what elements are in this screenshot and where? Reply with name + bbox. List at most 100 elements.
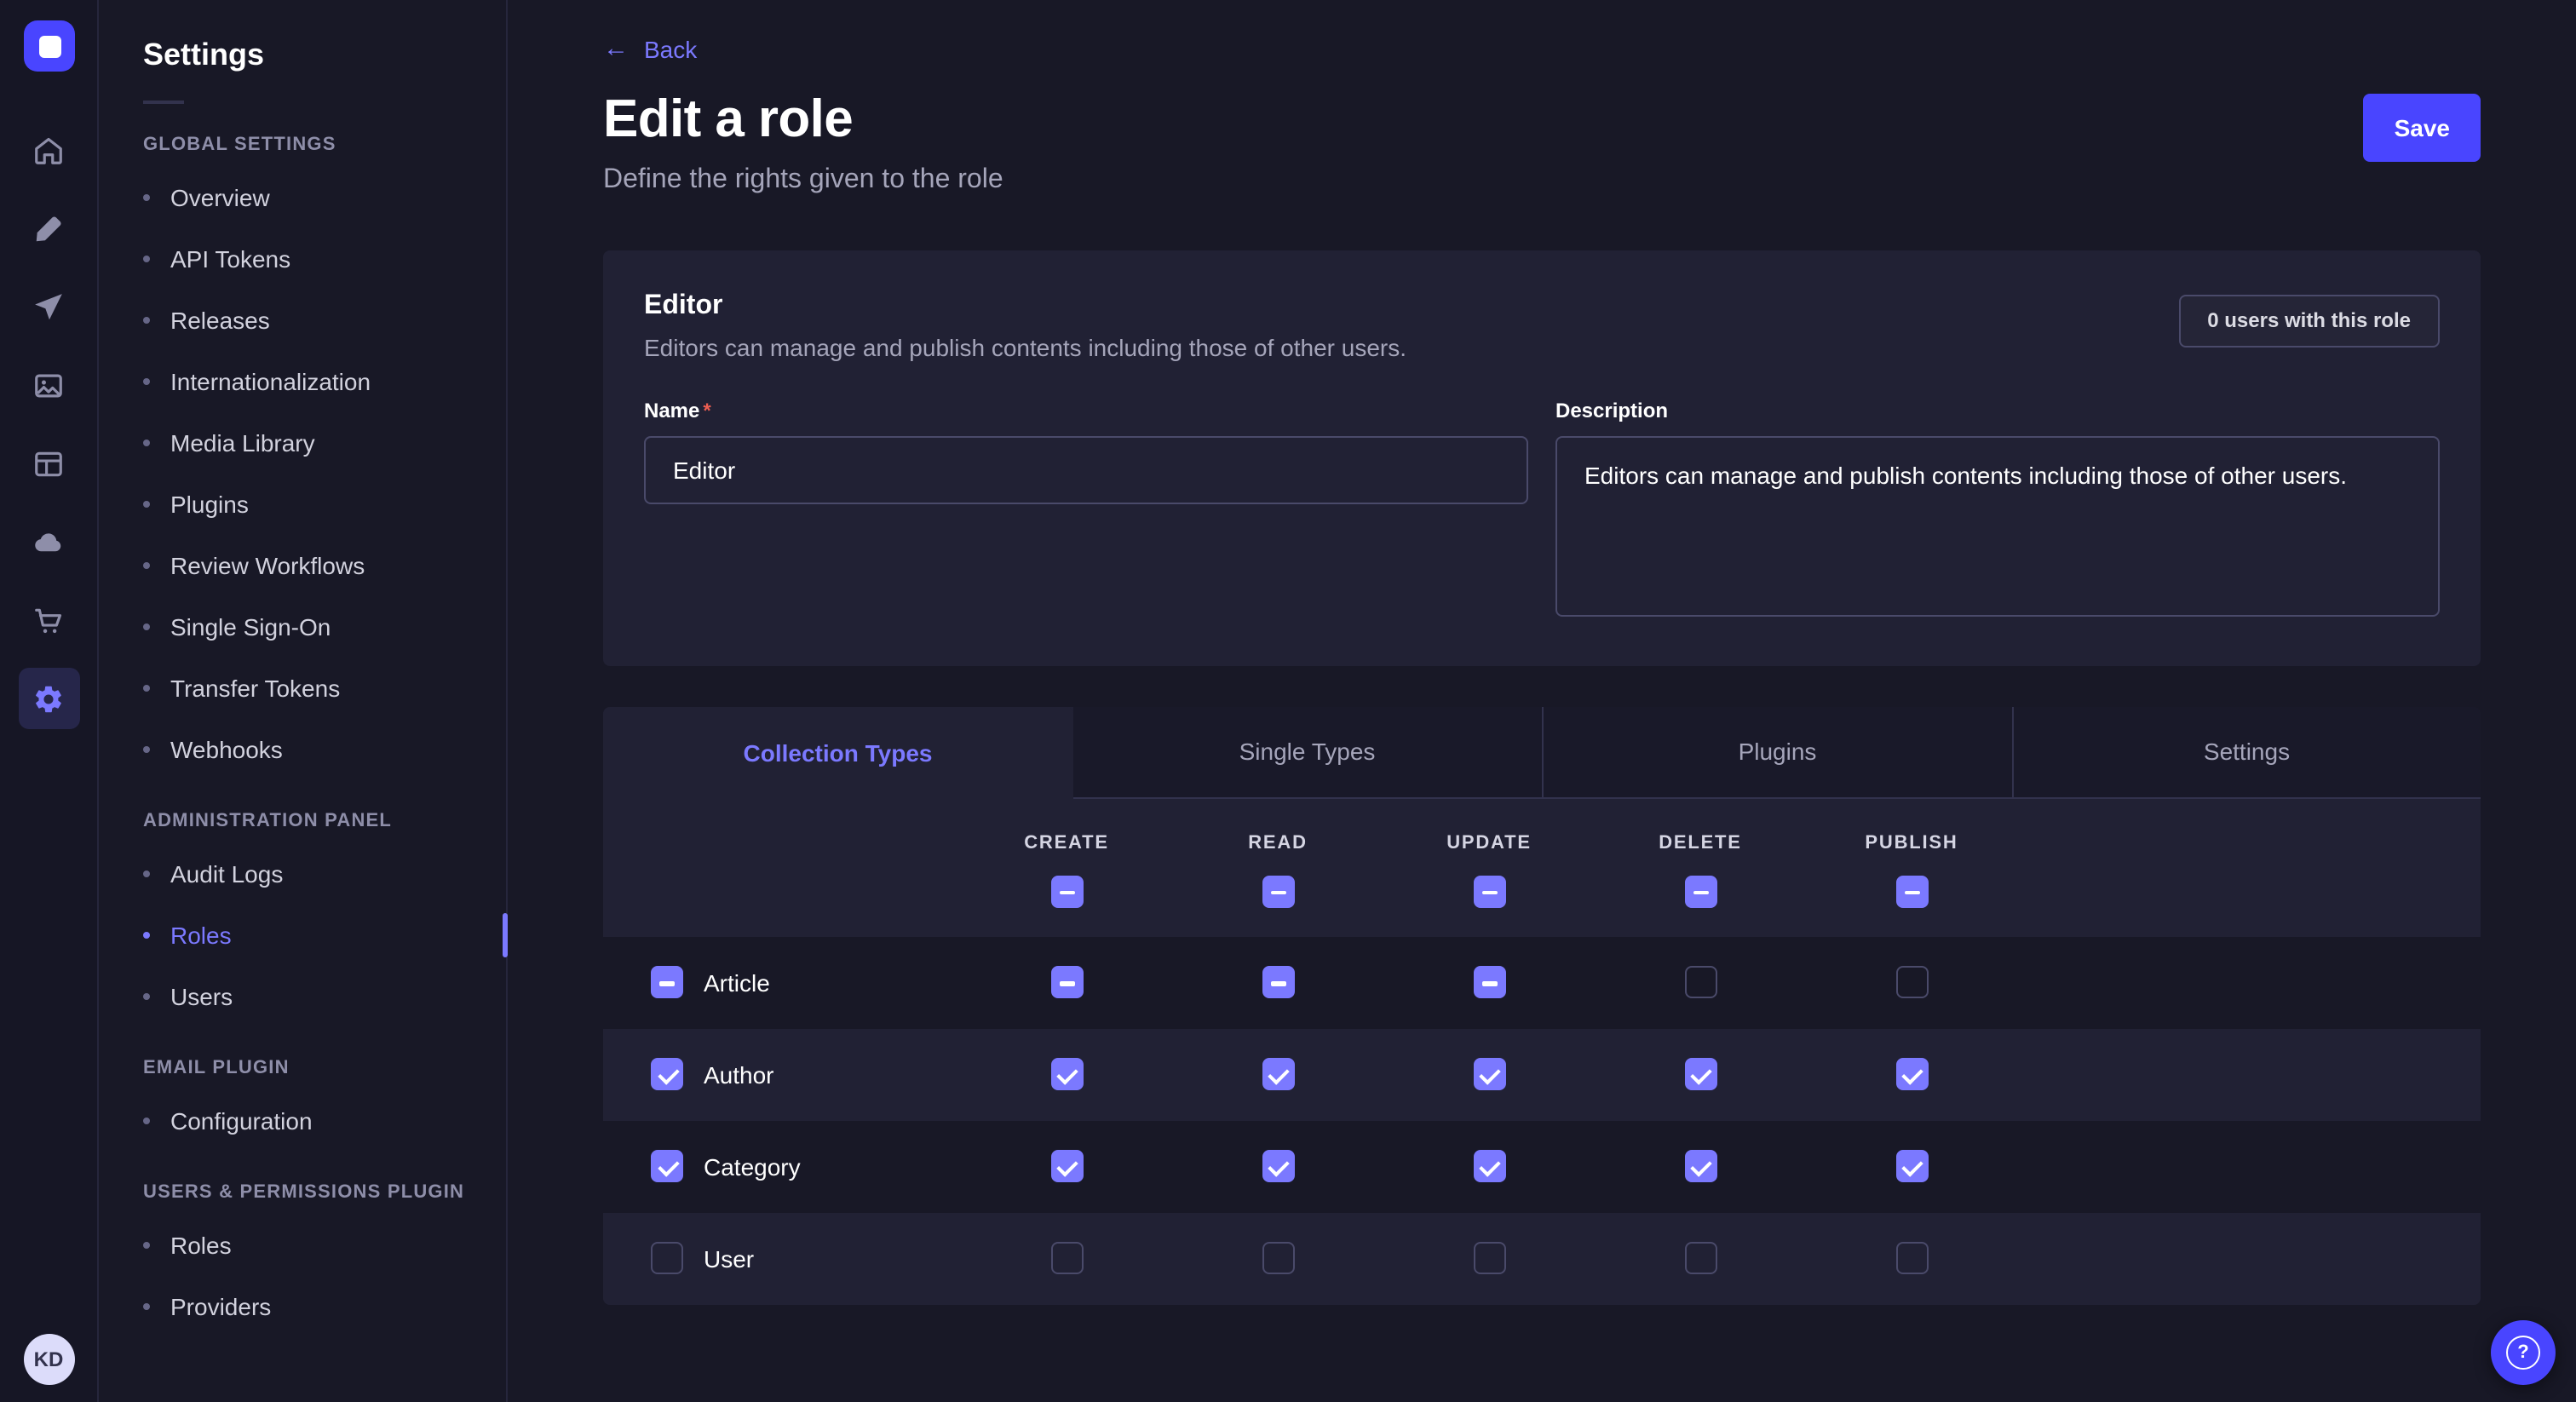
checkbox-category-create[interactable] bbox=[1050, 1150, 1083, 1182]
help-button[interactable]: ? bbox=[2491, 1320, 2556, 1385]
sidebar-item-label: Providers bbox=[170, 1293, 271, 1320]
checkbox-category-delete[interactable] bbox=[1684, 1150, 1716, 1182]
checkbox-author-publish[interactable] bbox=[1895, 1058, 1928, 1090]
sidebar-item-single-sign-on[interactable]: Single Sign-On bbox=[143, 596, 465, 658]
bullet-icon bbox=[143, 440, 150, 446]
bullet-icon bbox=[143, 501, 150, 508]
description-textarea[interactable]: Editors can manage and publish contents … bbox=[1555, 435, 2440, 616]
sidebar-item-label: Roles bbox=[170, 1232, 232, 1259]
sidebar-item-label: Media Library bbox=[170, 429, 315, 457]
checkbox-author-update[interactable] bbox=[1473, 1058, 1505, 1090]
sidebar-item-label: Users bbox=[170, 983, 233, 1010]
sidebar-item-transfer-tokens[interactable]: Transfer Tokens bbox=[143, 658, 465, 719]
sidebar-item-overview[interactable]: Overview bbox=[143, 167, 465, 228]
checkbox-category-read[interactable] bbox=[1262, 1150, 1294, 1182]
sidebar-item-review-workflows[interactable]: Review Workflows bbox=[143, 535, 465, 596]
releases-icon[interactable] bbox=[18, 276, 79, 337]
checkbox-category-publish[interactable] bbox=[1895, 1150, 1928, 1182]
role-form: Name* Description Editors can manage and… bbox=[644, 398, 2440, 624]
permission-cell bbox=[1806, 1150, 2017, 1182]
sidebar-item-label: Review Workflows bbox=[170, 552, 365, 579]
checkbox-article-publish[interactable] bbox=[1895, 966, 1928, 998]
bullet-icon bbox=[143, 256, 150, 262]
checkbox-author-create[interactable] bbox=[1050, 1058, 1083, 1090]
sidebar-item-internationalization[interactable]: Internationalization bbox=[143, 351, 465, 412]
content-builder-icon[interactable] bbox=[18, 198, 79, 259]
checkbox-row-author[interactable] bbox=[651, 1058, 683, 1090]
permission-cell bbox=[1806, 1058, 2017, 1090]
question-icon: ? bbox=[2506, 1336, 2540, 1370]
checkbox-category-update[interactable] bbox=[1473, 1150, 1505, 1182]
checkbox-author-read[interactable] bbox=[1262, 1058, 1294, 1090]
permission-cell bbox=[1806, 1242, 2017, 1274]
permission-cell bbox=[1383, 1058, 1595, 1090]
home-icon[interactable] bbox=[18, 119, 79, 181]
checkbox-all-read[interactable] bbox=[1262, 875, 1294, 907]
sidebar-item-roles[interactable]: Roles bbox=[143, 1215, 465, 1276]
row-head: Article bbox=[603, 966, 961, 998]
permission-row-article: Article bbox=[603, 936, 2481, 1028]
sidebar-item-configuration[interactable]: Configuration bbox=[143, 1090, 465, 1152]
tab-collection-types[interactable]: Collection Types bbox=[603, 706, 1072, 798]
content-manager-icon[interactable] bbox=[18, 433, 79, 494]
column-header-read: READ bbox=[1172, 832, 1383, 907]
tab-plugins[interactable]: Plugins bbox=[1542, 706, 2011, 798]
cloud-icon[interactable] bbox=[18, 511, 79, 572]
sidebar-item-users[interactable]: Users bbox=[143, 966, 465, 1027]
back-link[interactable]: ← Back bbox=[603, 35, 697, 62]
checkbox-author-delete[interactable] bbox=[1684, 1058, 1716, 1090]
row-head: User bbox=[603, 1242, 961, 1274]
strapi-logo[interactable] bbox=[23, 20, 74, 72]
name-field-label: Name* bbox=[644, 398, 1528, 422]
avatar[interactable]: KD bbox=[23, 1334, 74, 1385]
checkbox-all-create[interactable] bbox=[1050, 875, 1083, 907]
sidebar-item-webhooks[interactable]: Webhooks bbox=[143, 719, 465, 780]
save-button[interactable]: Save bbox=[2364, 93, 2481, 161]
permission-cell bbox=[1595, 1150, 1806, 1182]
column-header-publish: PUBLISH bbox=[1806, 832, 2017, 907]
permission-cell bbox=[1383, 966, 1595, 998]
checkbox-all-delete[interactable] bbox=[1684, 875, 1716, 907]
sidebar-item-releases[interactable]: Releases bbox=[143, 290, 465, 351]
sidebar-item-media-library[interactable]: Media Library bbox=[143, 412, 465, 474]
sidebar-item-audit-logs[interactable]: Audit Logs bbox=[143, 843, 465, 905]
sidebar-item-label: API Tokens bbox=[170, 245, 290, 273]
tab-single-types[interactable]: Single Types bbox=[1072, 706, 1542, 798]
settings-icon[interactable] bbox=[18, 668, 79, 729]
sidebar-item-api-tokens[interactable]: API Tokens bbox=[143, 228, 465, 290]
checkbox-all-update[interactable] bbox=[1473, 875, 1505, 907]
sidebar-item-plugins[interactable]: Plugins bbox=[143, 474, 465, 535]
description-label-text: Description bbox=[1555, 398, 1668, 422]
users-with-role-badge[interactable]: 0 users with this role bbox=[2178, 294, 2440, 347]
column-label: DELETE bbox=[1659, 832, 1742, 853]
checkbox-user-publish[interactable] bbox=[1895, 1242, 1928, 1274]
name-field-group: Name* bbox=[644, 398, 1528, 624]
name-input[interactable] bbox=[644, 435, 1528, 503]
permission-cell bbox=[961, 966, 1172, 998]
sidebar-item-label: Internationalization bbox=[170, 368, 371, 395]
sidebar-item-roles[interactable]: Roles bbox=[143, 905, 465, 966]
description-field-group: Description Editors can manage and publi… bbox=[1555, 398, 2440, 624]
media-library-icon[interactable] bbox=[18, 354, 79, 416]
checkbox-row-category[interactable] bbox=[651, 1150, 683, 1182]
sidebar-list: Overview API Tokens Releases Internationali… bbox=[143, 167, 465, 780]
checkbox-row-article[interactable] bbox=[651, 966, 683, 998]
checkbox-user-delete[interactable] bbox=[1684, 1242, 1716, 1274]
app-window: KD Settings GLOBAL SETTINGSOverviewAPI T… bbox=[0, 0, 2576, 1402]
checkbox-user-read[interactable] bbox=[1262, 1242, 1294, 1274]
checkbox-user-create[interactable] bbox=[1050, 1242, 1083, 1274]
nav-rail-icons bbox=[18, 119, 79, 729]
checkbox-article-update[interactable] bbox=[1473, 966, 1505, 998]
permissions-table-body: ArticleAuthorCategoryUser bbox=[603, 936, 2481, 1304]
checkbox-row-user[interactable] bbox=[651, 1242, 683, 1274]
checkbox-article-read[interactable] bbox=[1262, 966, 1294, 998]
checkbox-article-delete[interactable] bbox=[1684, 966, 1716, 998]
checkbox-all-publish[interactable] bbox=[1895, 875, 1928, 907]
checkbox-user-update[interactable] bbox=[1473, 1242, 1505, 1274]
checkbox-article-create[interactable] bbox=[1050, 966, 1083, 998]
permission-cell bbox=[1595, 1058, 1806, 1090]
marketplace-icon[interactable] bbox=[18, 589, 79, 651]
permissions-card: Collection TypesSingle TypesPluginsSetti… bbox=[603, 706, 2481, 1304]
tab-settings[interactable]: Settings bbox=[2011, 706, 2481, 798]
sidebar-item-providers[interactable]: Providers bbox=[143, 1276, 465, 1337]
